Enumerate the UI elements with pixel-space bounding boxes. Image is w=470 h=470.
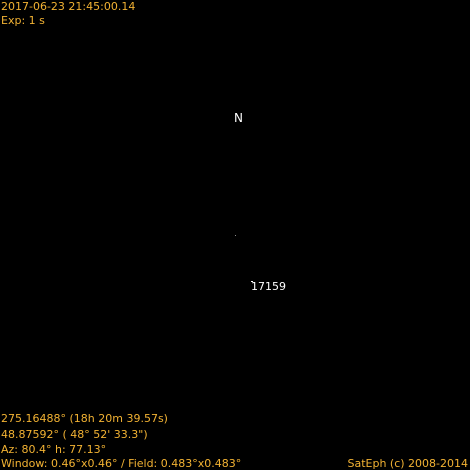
- copyright-label: SatEph (c) 2008-2014: [347, 457, 468, 470]
- satellite-id-label: 17159: [251, 280, 286, 293]
- azimuth-altitude-readout: Az: 80.4° h: 77.13°: [1, 443, 107, 456]
- star-point: [235, 235, 236, 236]
- sky-view: 2017-06-23 21:45:00.14 Exp: 1 s N 17159 …: [0, 0, 470, 470]
- right-ascension-readout: 275.16488° (18h 20m 39.57s): [1, 412, 168, 425]
- declination-readout: 48.87592° ( 48° 52' 33.3"): [1, 428, 148, 441]
- field-of-view-readout: Window: 0.46°x0.46° / Field: 0.483°x0.48…: [1, 457, 242, 470]
- exposure-label: Exp: 1 s: [1, 14, 45, 27]
- north-indicator: N: [234, 111, 243, 125]
- timestamp-label: 2017-06-23 21:45:00.14: [1, 0, 136, 13]
